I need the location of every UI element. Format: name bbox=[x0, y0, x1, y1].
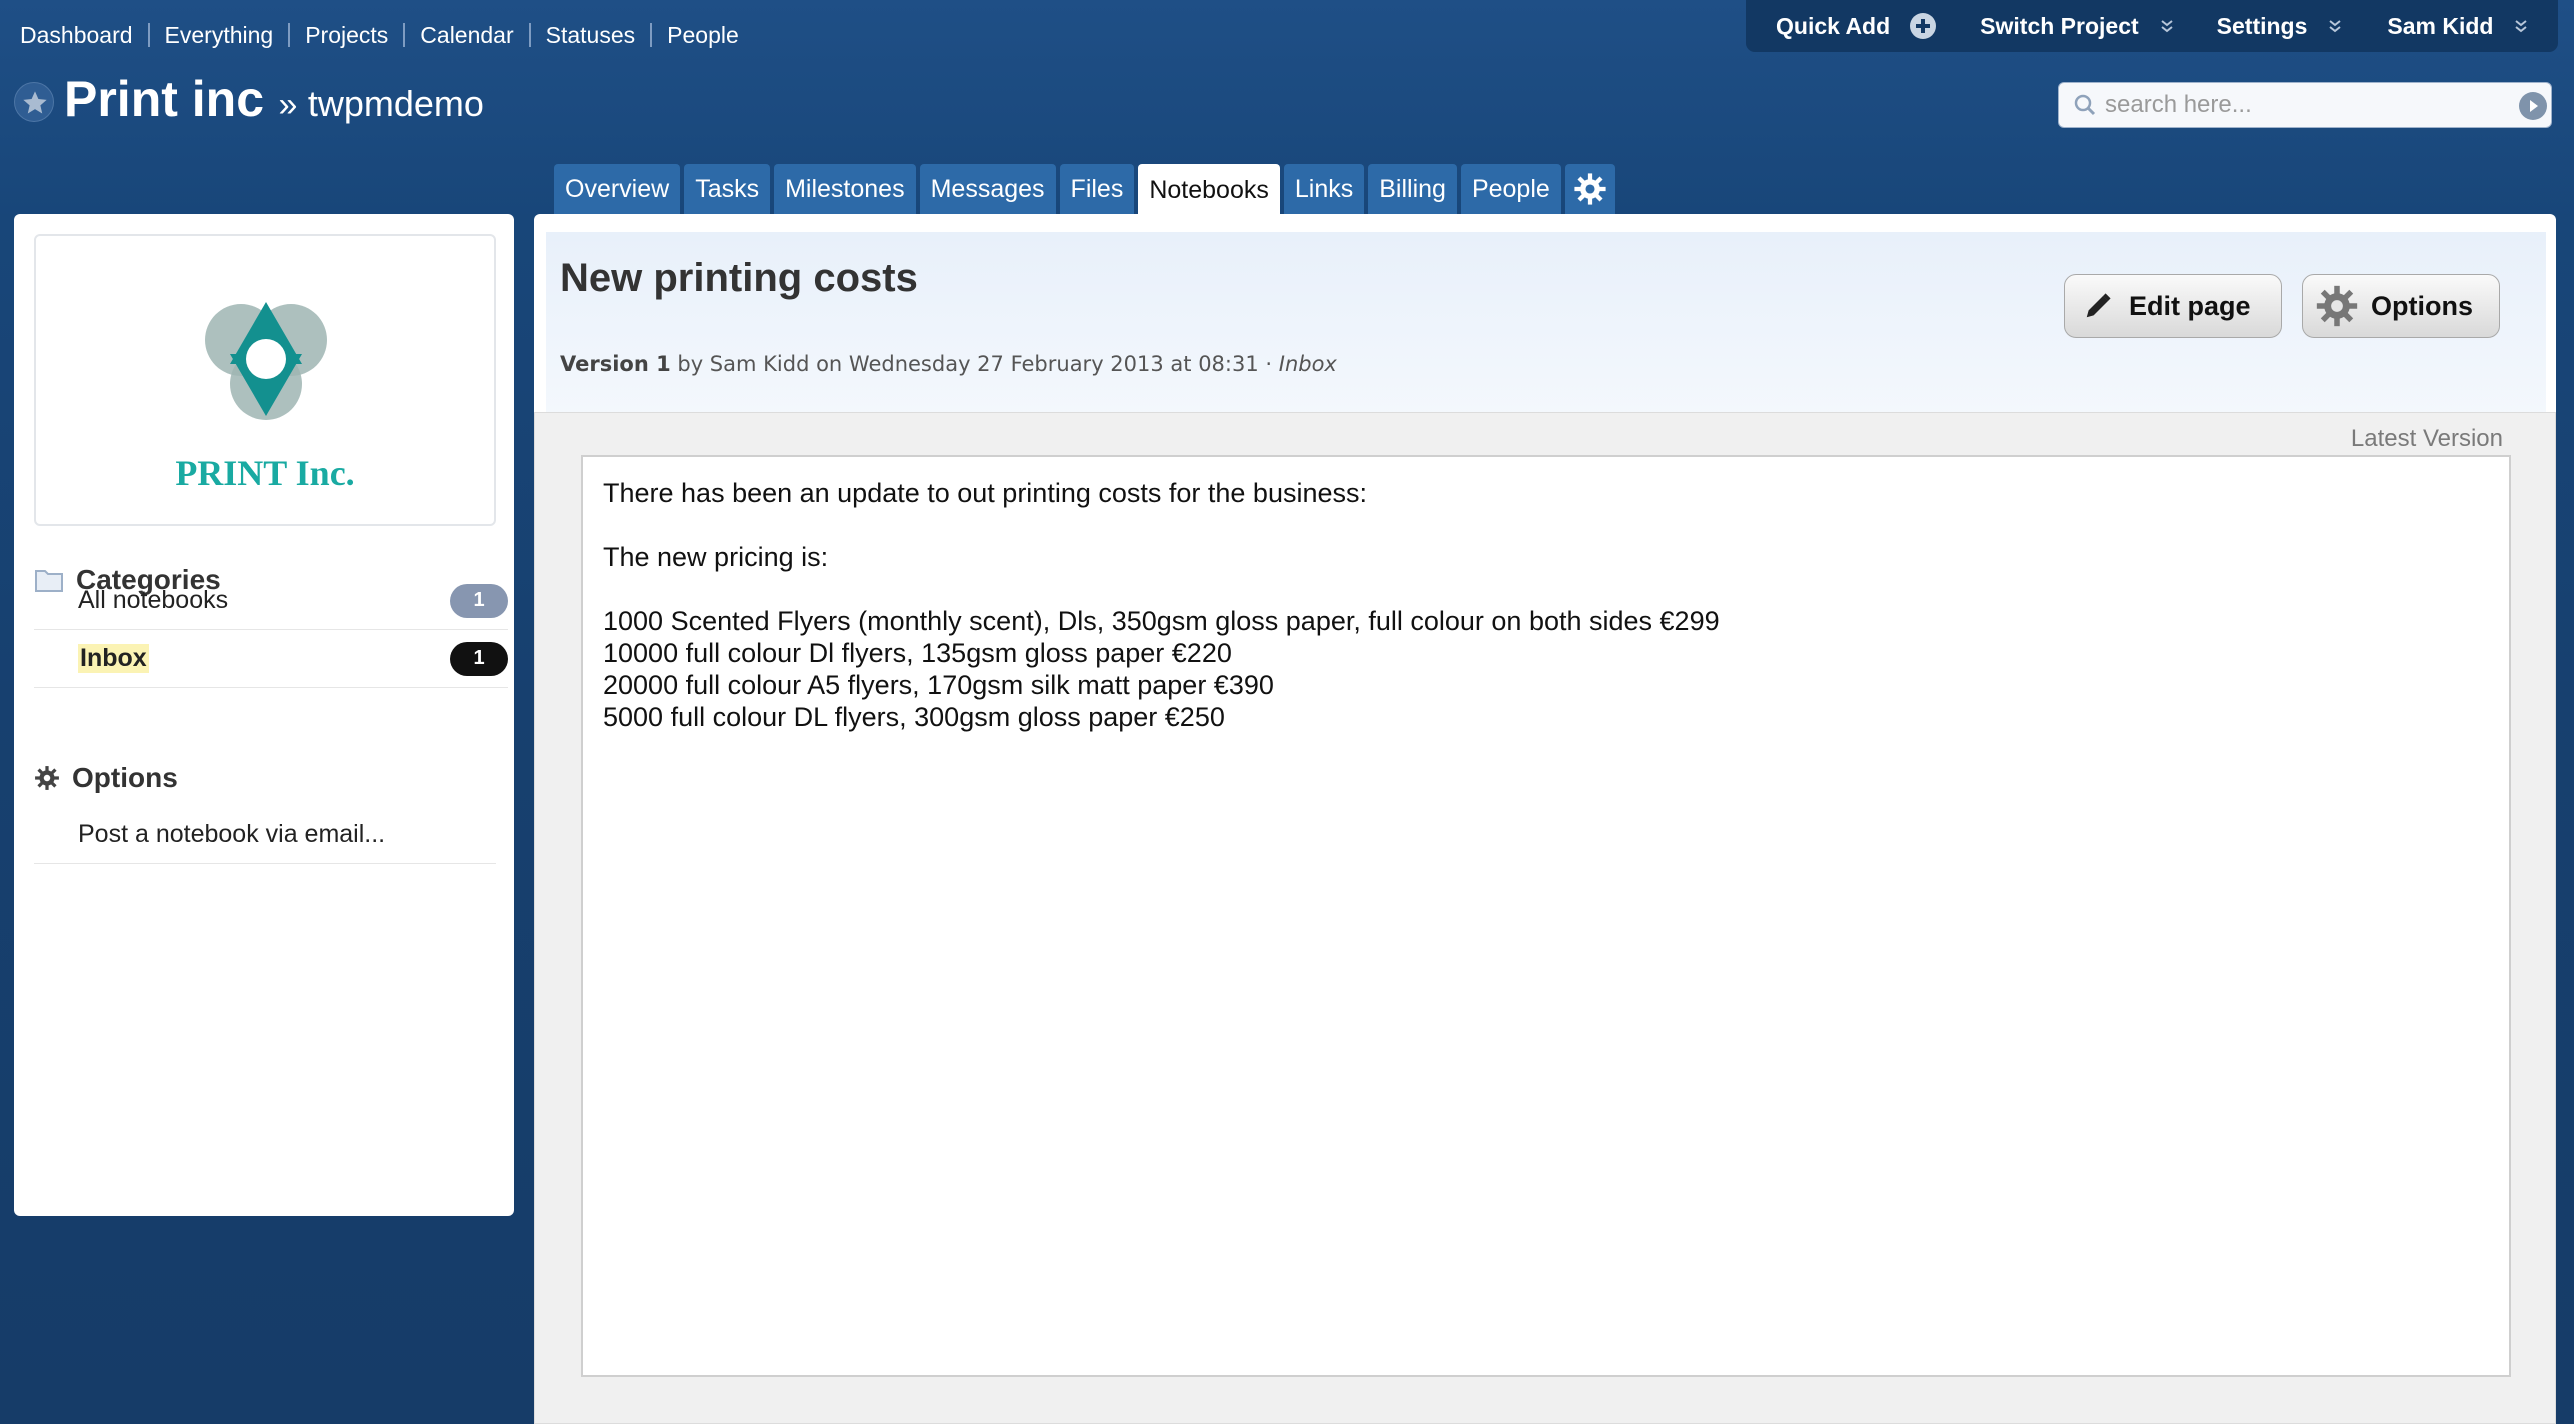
star-icon bbox=[23, 91, 47, 114]
options-heading: Options bbox=[34, 762, 178, 794]
category-inbox[interactable]: Inbox 1 bbox=[34, 630, 508, 688]
gear-icon bbox=[2316, 285, 2358, 327]
quick-add-label: Quick Add bbox=[1776, 12, 1891, 39]
plus-circle-icon bbox=[1910, 13, 1937, 39]
nav-calendar[interactable]: Calendar bbox=[420, 22, 513, 49]
nav-divider bbox=[403, 23, 406, 47]
switch-project-menu[interactable]: Switch Project bbox=[1980, 13, 2174, 40]
tab-messages[interactable]: Messages bbox=[919, 164, 1056, 214]
category-all-notebooks[interactable]: All notebooks 1 bbox=[34, 572, 508, 630]
company-logo-box: PRINT Inc. bbox=[34, 234, 496, 526]
tab-notebooks[interactable]: Notebooks bbox=[1138, 164, 1280, 216]
post-via-email-link[interactable]: Post a notebook via email... bbox=[34, 806, 496, 864]
tab-links[interactable]: Links bbox=[1283, 164, 1365, 214]
tab-overview[interactable]: Overview bbox=[554, 164, 681, 214]
logo-text: PRINT Inc. bbox=[175, 453, 355, 493]
nav-divider bbox=[288, 23, 291, 47]
global-nav: Dashboard Everything Projects Calendar S… bbox=[20, 18, 739, 52]
tab-billing[interactable]: Billing bbox=[1368, 164, 1457, 214]
user-name: Sam Kidd bbox=[2387, 12, 2494, 39]
options-heading-label: Options bbox=[72, 762, 178, 793]
price-line: 1000 Scented Flyers (monthly scent), Dls… bbox=[603, 606, 1720, 636]
project-title: Print inc » twpmdemo bbox=[64, 70, 484, 128]
switch-project-label: Switch Project bbox=[1980, 12, 2139, 39]
nav-everything[interactable]: Everything bbox=[165, 22, 274, 49]
nav-divider bbox=[147, 23, 150, 47]
search-go-icon[interactable] bbox=[2519, 92, 2547, 120]
gear-icon bbox=[1574, 173, 1606, 205]
price-line: 5000 full colour DL flyers, 300gsm gloss… bbox=[603, 702, 1225, 732]
version-info: Version 1 by Sam Kidd on Wednesday 27 Fe… bbox=[560, 352, 1337, 376]
user-menu[interactable]: Sam Kidd bbox=[2387, 13, 2529, 40]
nav-projects[interactable]: Projects bbox=[305, 22, 388, 49]
nav-dashboard[interactable]: Dashboard bbox=[20, 22, 133, 49]
page-header: New printing costs Version 1 by Sam Kidd… bbox=[546, 232, 2546, 420]
nav-divider bbox=[528, 23, 531, 47]
notebook-body: There has been an update to out printing… bbox=[603, 477, 1720, 733]
tab-milestones[interactable]: Milestones bbox=[774, 164, 916, 214]
tab-tasks[interactable]: Tasks bbox=[684, 164, 771, 214]
main-panel: New printing costs Version 1 by Sam Kidd… bbox=[534, 214, 2556, 1424]
options-label: Options bbox=[2371, 290, 2473, 321]
notebook-page: There has been an update to out printing… bbox=[581, 455, 2511, 1377]
latest-version-label: Latest Version bbox=[2350, 425, 2503, 452]
tab-settings[interactable] bbox=[1564, 164, 1615, 214]
count-badge: 1 bbox=[450, 583, 508, 618]
option-label: Post a notebook via email... bbox=[78, 820, 386, 848]
tab-people[interactable]: People bbox=[1460, 164, 1561, 214]
search-input[interactable] bbox=[2105, 91, 2505, 119]
chevron-down-icon bbox=[2515, 20, 2528, 33]
company-name[interactable]: Print inc bbox=[64, 71, 264, 127]
body-pricing-heading: The new pricing is: bbox=[603, 542, 829, 572]
search-box bbox=[2058, 82, 2552, 128]
settings-menu[interactable]: Settings bbox=[2217, 13, 2344, 40]
version-label: Version 1 bbox=[560, 352, 671, 376]
title-separator: » bbox=[278, 86, 298, 124]
category-label: All notebooks bbox=[78, 586, 229, 614]
options-button[interactable]: Options bbox=[2302, 274, 2500, 338]
category-label: Inbox bbox=[78, 644, 149, 673]
settings-label: Settings bbox=[2216, 12, 2308, 39]
favorite-star-button[interactable] bbox=[14, 82, 54, 122]
sidebar: PRINT Inc. Categories All notebooks 1 In… bbox=[14, 214, 514, 1216]
gear-icon bbox=[35, 766, 59, 790]
notebook-content-area: Latest Version There has been an update … bbox=[534, 412, 2556, 1424]
count-badge: 1 bbox=[450, 641, 508, 676]
price-line: 10000 full colour Dl flyers, 135gsm glos… bbox=[603, 638, 1232, 668]
pencil-icon bbox=[2086, 293, 2111, 318]
chevron-down-icon bbox=[2329, 20, 2342, 33]
nav-people[interactable]: People bbox=[667, 22, 739, 49]
project-name[interactable]: twpmdemo bbox=[308, 83, 484, 124]
version-meta: by Sam Kidd on Wednesday 27 February 201… bbox=[670, 352, 1279, 376]
version-category-link[interactable]: Inbox bbox=[1279, 352, 1337, 376]
user-bar: Quick Add Switch Project Settings Sam Ki… bbox=[1746, 0, 2558, 52]
tab-files[interactable]: Files bbox=[1059, 164, 1135, 214]
chevron-down-icon bbox=[2161, 20, 2173, 33]
quick-add-menu[interactable]: Quick Add bbox=[1776, 12, 1937, 40]
project-tabs: Overview Tasks Milestones Messages Files… bbox=[554, 164, 1619, 216]
nav-divider bbox=[650, 23, 653, 47]
price-line: 20000 full colour A5 flyers, 170gsm silk… bbox=[603, 670, 1274, 700]
edit-page-button[interactable]: Edit page bbox=[2064, 274, 2282, 338]
edit-page-label: Edit page bbox=[2129, 290, 2251, 321]
body-intro: There has been an update to out printing… bbox=[603, 478, 1367, 508]
page-title: New printing costs bbox=[560, 256, 918, 300]
company-logo-icon bbox=[205, 302, 327, 420]
search-icon bbox=[2074, 94, 2096, 116]
nav-statuses[interactable]: Statuses bbox=[546, 22, 636, 49]
